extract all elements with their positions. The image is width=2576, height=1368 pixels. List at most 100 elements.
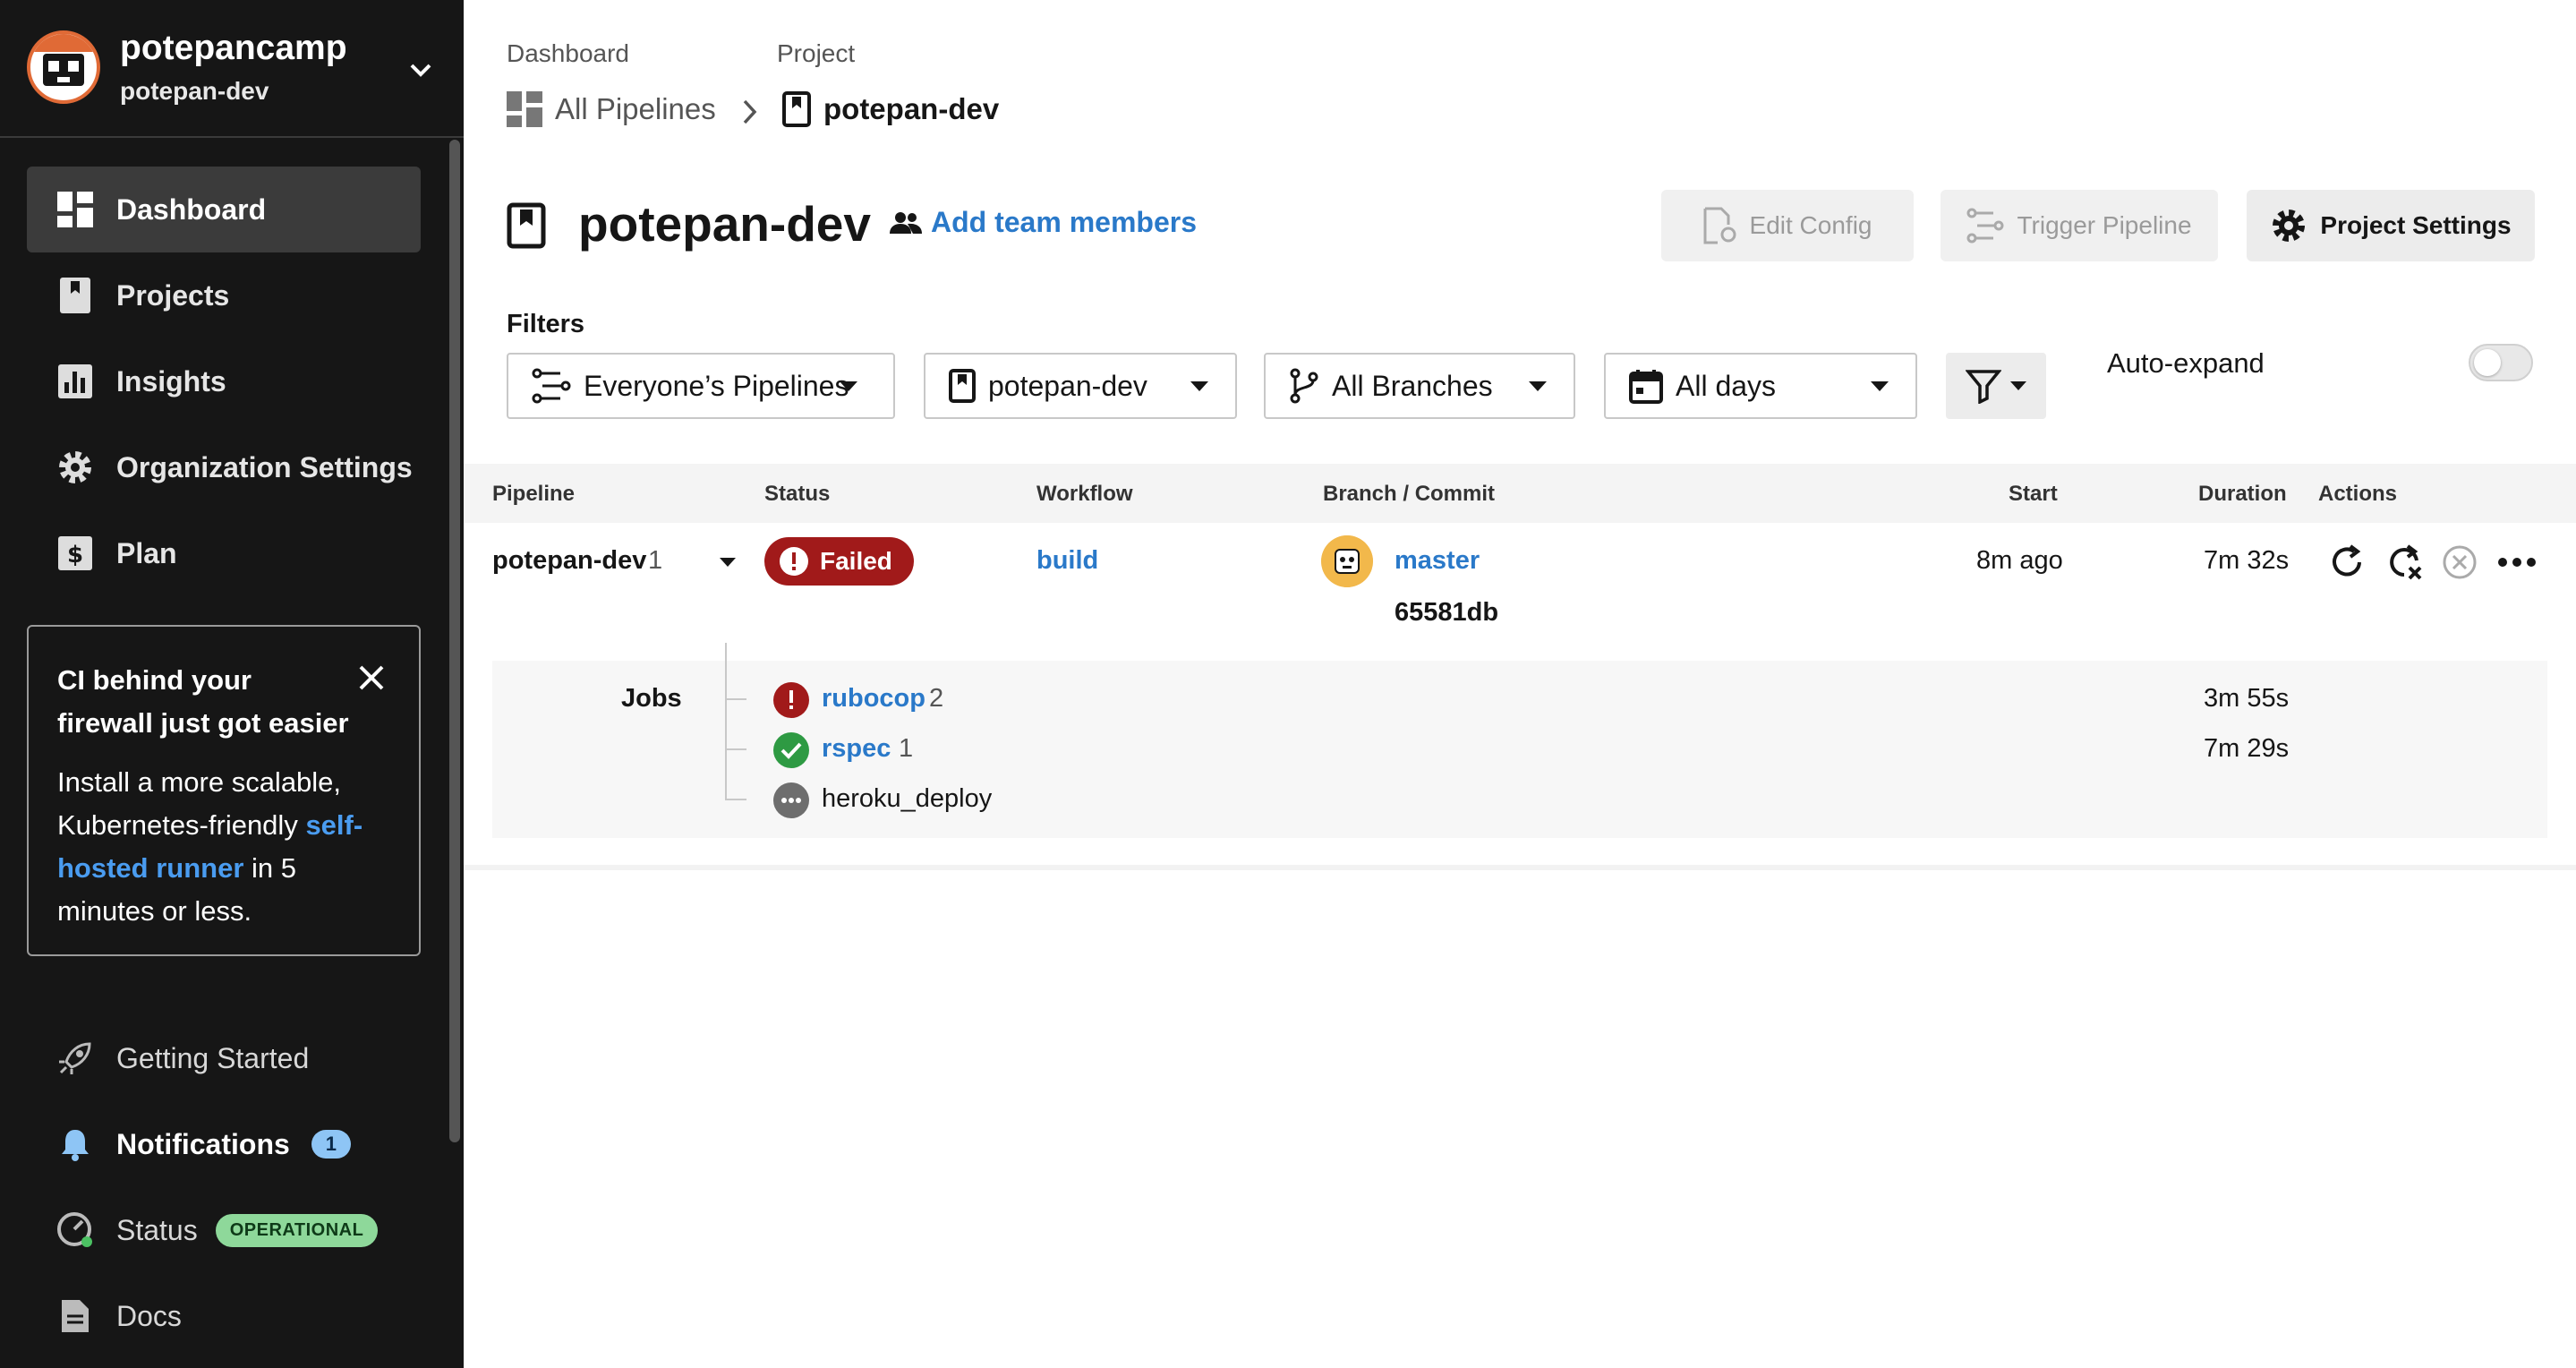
column-header-workflow: Workflow: [1036, 482, 1133, 506]
sidebar-item-insights[interactable]: Insights: [27, 338, 421, 424]
sidebar-scrollbar[interactable]: [449, 140, 460, 1142]
people-icon: [890, 211, 922, 234]
job-number: 2: [929, 684, 944, 713]
caret-down-icon: [1190, 381, 1208, 391]
file-gear-icon: [1703, 207, 1736, 244]
svg-text:$: $: [67, 542, 83, 569]
trigger-pipeline-button[interactable]: Trigger Pipeline: [1941, 190, 2218, 261]
status-badge-failed[interactable]: Failed: [764, 537, 914, 586]
chevron-down-icon[interactable]: [403, 52, 439, 88]
sidebar-item-label: Dashboard: [116, 192, 267, 226]
date-filter-dropdown[interactable]: All days: [1604, 353, 1917, 419]
expand-row-caret-icon[interactable]: [720, 558, 736, 567]
sidebar-item-label: Plan: [116, 536, 177, 569]
date-filter-value: All days: [1676, 369, 1777, 402]
org-switcher[interactable]: potepancamp potepan-dev: [0, 0, 464, 138]
rerun-icon[interactable]: [2325, 541, 2368, 584]
branch-link[interactable]: master: [1395, 546, 1480, 576]
job-link-rubocop[interactable]: rubocop: [822, 684, 925, 714]
pipelines-filter-dropdown[interactable]: Everyone’s Pipelines: [507, 353, 895, 419]
cancel-icon[interactable]: [2438, 541, 2481, 584]
edit-config-button[interactable]: Edit Config: [1661, 190, 1914, 261]
sidebar-item-label: Docs: [116, 1299, 182, 1332]
breadcrumb-dashboard-label: Dashboard: [507, 39, 629, 67]
column-header-duration: Duration: [2198, 482, 2287, 506]
sidebar-item-label: Organization Settings: [116, 450, 413, 483]
job-link-rspec[interactable]: rspec: [822, 734, 891, 764]
project-filter-dropdown[interactable]: potepan-dev: [924, 353, 1237, 419]
jobs-tree-tick: [725, 748, 746, 750]
job-failed-icon: [773, 682, 809, 718]
pipeline-number: 1: [648, 546, 663, 575]
sidebar-item-status[interactable]: Status OPERATIONAL: [27, 1187, 439, 1273]
sidebar-item-label: Notifications: [116, 1127, 290, 1160]
projects-icon: [55, 276, 95, 315]
gear-icon: [55, 448, 95, 487]
job-name-heroku-deploy[interactable]: heroku_deploy: [822, 784, 992, 814]
sidebar-item-organization-settings[interactable]: Organization Settings: [27, 424, 421, 510]
add-team-members-link[interactable]: Add team members: [890, 206, 1197, 239]
project-settings-button[interactable]: Project Settings: [2247, 190, 2535, 261]
column-header-start: Start: [2009, 482, 2058, 506]
status-badge: OPERATIONAL: [215, 1213, 379, 1247]
pipeline-icon: [532, 368, 571, 404]
self-hosted-runner-promo: CI behind your firewall just got easier …: [27, 625, 421, 956]
rerun-failed-icon[interactable]: [2383, 541, 2426, 584]
org-avatar: [27, 30, 100, 104]
column-header-branch: Branch / Commit: [1323, 482, 1496, 506]
add-team-label: Add team members: [931, 206, 1197, 238]
sidebar-item-projects[interactable]: Projects: [27, 252, 421, 338]
exclamation-icon: [780, 547, 808, 576]
pipelines-filter-value: Everyone’s Pipelines: [584, 369, 849, 402]
column-header-actions: Actions: [2318, 482, 2398, 506]
document-icon: [55, 1296, 95, 1336]
org-name: potepancamp: [120, 29, 347, 67]
edit-config-label: Edit Config: [1749, 211, 1872, 239]
committer-avatar: [1321, 535, 1373, 587]
auto-expand-toggle[interactable]: [2469, 344, 2533, 381]
workflow-link[interactable]: build: [1036, 546, 1098, 576]
caret-down-icon: [1529, 381, 1547, 391]
project-icon: [782, 91, 811, 127]
gear-icon: [2273, 209, 2306, 242]
toggle-knob: [2474, 349, 2501, 376]
caret-down-icon: [840, 381, 857, 391]
sidebar-bottom-nav: Getting Started Notifications 1 Status O…: [27, 1015, 439, 1359]
pipeline-icon: [1966, 208, 2004, 244]
filters-label: Filters: [507, 310, 585, 338]
status-label: Failed: [820, 547, 892, 575]
calendar-icon: [1629, 368, 1663, 404]
close-icon[interactable]: [356, 663, 387, 693]
trigger-pipeline-label: Trigger Pipeline: [2017, 211, 2192, 239]
advanced-filter-button[interactable]: [1946, 353, 2046, 419]
more-options-icon[interactable]: [2495, 541, 2538, 584]
dashboard-icon: [55, 190, 95, 229]
promo-title: CI behind your firewall just got easier: [57, 664, 349, 739]
chevron-right-icon: [743, 99, 757, 124]
branch-filter-dropdown[interactable]: All Branches: [1264, 353, 1575, 419]
jobs-tree-tick: [725, 799, 746, 800]
rocket-icon: [55, 1039, 95, 1078]
page-title: potepan-dev: [578, 196, 871, 252]
branch-filter-value: All Branches: [1332, 369, 1493, 402]
auto-expand-label: Auto-expand: [2107, 347, 2265, 379]
jobs-tree-tick: [725, 698, 746, 700]
commit-hash[interactable]: 65581db: [1395, 598, 1498, 628]
sidebar-item-plan[interactable]: $ Plan: [27, 510, 421, 596]
org-subtitle: potepan-dev: [120, 77, 269, 105]
project-icon: [507, 202, 546, 249]
column-header-status: Status: [764, 482, 831, 506]
sidebar-item-getting-started[interactable]: Getting Started: [27, 1015, 439, 1101]
sidebar-item-docs[interactable]: Docs: [27, 1273, 439, 1359]
pipeline-name[interactable]: potepan-dev: [492, 546, 646, 576]
notifications-count-badge: 1: [311, 1130, 352, 1159]
promo-body: Install a more scalable, Kubernetes-frie…: [57, 761, 390, 933]
breadcrumb-project[interactable]: potepan-dev: [782, 91, 999, 127]
gauge-icon: [55, 1210, 95, 1250]
sidebar-item-dashboard[interactable]: Dashboard: [27, 167, 421, 252]
breadcrumb-all-pipelines[interactable]: All Pipelines: [507, 91, 716, 127]
sidebar-item-notifications[interactable]: Notifications 1: [27, 1101, 439, 1187]
breadcrumb-project-label: Project: [777, 39, 856, 67]
table-divider: [464, 865, 2576, 870]
job-success-icon: [773, 732, 809, 768]
